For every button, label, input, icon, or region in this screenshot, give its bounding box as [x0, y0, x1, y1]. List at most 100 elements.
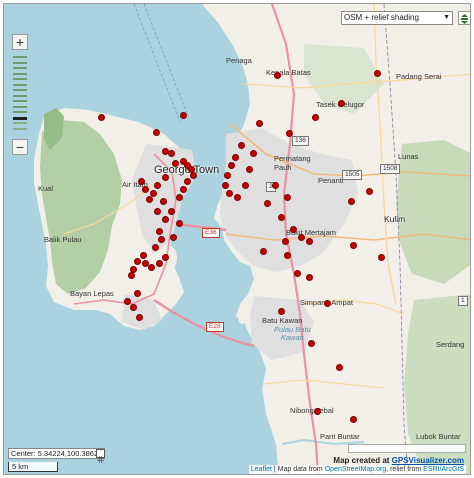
map-marker[interactable] [97, 113, 105, 121]
map-marker[interactable] [161, 253, 169, 261]
map-marker[interactable] [233, 193, 241, 201]
map-marker[interactable] [297, 233, 305, 241]
grid-icon[interactable] [96, 449, 105, 463]
zoom-level-bar[interactable] [13, 127, 27, 130]
map-marker[interactable] [311, 113, 319, 121]
map-marker[interactable] [277, 307, 285, 315]
map-marker[interactable] [305, 273, 313, 281]
map-marker[interactable] [153, 181, 161, 189]
map-marker[interactable] [189, 171, 197, 179]
map-marker[interactable] [377, 253, 385, 261]
zoom-level-bar[interactable] [13, 111, 27, 113]
map-marker[interactable] [293, 269, 301, 277]
zoom-level-bar[interactable] [13, 116, 27, 120]
label-permatang-pauh: Permatang Pauh [274, 154, 311, 172]
osm-link[interactable]: OpenStreetMap.org [325, 466, 386, 473]
map-marker[interactable] [323, 299, 331, 307]
zoom-in-button[interactable]: + [12, 34, 28, 50]
map-marker[interactable] [175, 193, 183, 201]
zoom-level-bar[interactable] [13, 100, 27, 102]
map-marker[interactable] [305, 237, 313, 245]
map-marker[interactable] [183, 177, 191, 185]
map-marker[interactable] [141, 185, 149, 193]
zoom-level-bar[interactable] [13, 72, 27, 75]
map-marker[interactable] [179, 111, 187, 119]
zoom-level-bar[interactable] [13, 78, 27, 80]
map-marker[interactable] [237, 141, 245, 149]
map-marker[interactable] [155, 227, 163, 235]
map-marker[interactable] [133, 257, 141, 265]
map-marker[interactable] [179, 185, 187, 193]
esri-link[interactable]: ESRI/ArcGIS [423, 466, 464, 473]
zoom-out-button[interactable]: − [12, 139, 28, 155]
map-marker[interactable] [152, 128, 160, 136]
map-marker[interactable] [255, 119, 263, 127]
leaflet-link[interactable]: Leaflet [251, 466, 272, 473]
map-marker[interactable] [167, 149, 175, 157]
map-marker[interactable] [151, 243, 159, 251]
map-marker[interactable] [221, 181, 229, 189]
map-marker[interactable] [161, 215, 169, 223]
map-marker[interactable] [231, 153, 239, 161]
map-marker[interactable] [135, 313, 143, 321]
map-marker[interactable] [171, 159, 179, 167]
map-marker[interactable] [159, 197, 167, 205]
map-marker[interactable] [349, 415, 357, 423]
map-marker[interactable] [313, 407, 321, 415]
zoom-level-bar[interactable] [13, 105, 27, 108]
map-marker[interactable] [263, 199, 271, 207]
label-nibong-tebal: Nibong Tebal [290, 406, 334, 415]
map-marker[interactable] [133, 289, 141, 297]
map-marker[interactable] [223, 171, 231, 179]
map-marker[interactable] [157, 235, 165, 243]
map-marker[interactable] [155, 259, 163, 267]
map-marker[interactable] [129, 303, 137, 311]
map-marker[interactable] [161, 173, 169, 181]
map-marker[interactable] [335, 363, 343, 371]
map-marker[interactable] [169, 233, 177, 241]
zoom-level-bar[interactable] [13, 94, 27, 97]
map-marker[interactable] [285, 129, 293, 137]
zoom-level-bar[interactable] [13, 61, 27, 64]
zoom-level-bar[interactable] [13, 89, 27, 91]
map-marker[interactable] [147, 263, 155, 271]
map-marker[interactable] [153, 207, 161, 215]
map-marker[interactable] [281, 237, 289, 245]
map-marker[interactable] [245, 165, 253, 173]
zoom-level-bar[interactable] [13, 67, 27, 69]
label-parit-buntar: Parit Buntar [320, 432, 360, 441]
zoom-level-bar[interactable] [13, 83, 27, 86]
map-marker[interactable] [337, 99, 345, 107]
map-type-select[interactable]: OSM + relief shading ▼ [341, 11, 453, 25]
zoom-level-bar[interactable] [13, 122, 27, 124]
map-marker[interactable] [273, 71, 281, 79]
map-marker[interactable] [283, 251, 291, 259]
map-marker[interactable] [365, 187, 373, 195]
map-marker[interactable] [225, 189, 233, 197]
label-lunas: Lunas [398, 152, 419, 161]
zoom-level-bar[interactable] [13, 56, 27, 58]
map-marker[interactable] [167, 207, 175, 215]
layers-icon[interactable] [458, 11, 470, 25]
map-marker[interactable] [249, 149, 257, 157]
gpsvisualizer-link[interactable]: GPSVisualizer.com [392, 456, 464, 465]
map-marker[interactable] [347, 197, 355, 205]
map-marker[interactable] [137, 177, 145, 185]
map-marker[interactable] [227, 161, 235, 169]
map-marker[interactable] [349, 241, 357, 249]
map-marker[interactable] [139, 251, 147, 259]
map-marker[interactable] [289, 225, 297, 233]
map-marker[interactable] [307, 339, 315, 347]
map-view[interactable]: Penaga Kepala Batas Padang Serai Tasek G… [3, 3, 471, 475]
map-marker[interactable] [271, 181, 279, 189]
map-marker[interactable] [373, 69, 381, 77]
map-marker[interactable] [175, 219, 183, 227]
map-marker[interactable] [283, 193, 291, 201]
map-marker[interactable] [241, 181, 249, 189]
map-marker[interactable] [277, 213, 285, 221]
label-lubok-buntar: Lubok Buntar [416, 432, 461, 441]
map-marker[interactable] [127, 271, 135, 279]
map-marker[interactable] [145, 195, 153, 203]
map-marker[interactable] [123, 297, 131, 305]
map-marker[interactable] [259, 247, 267, 255]
